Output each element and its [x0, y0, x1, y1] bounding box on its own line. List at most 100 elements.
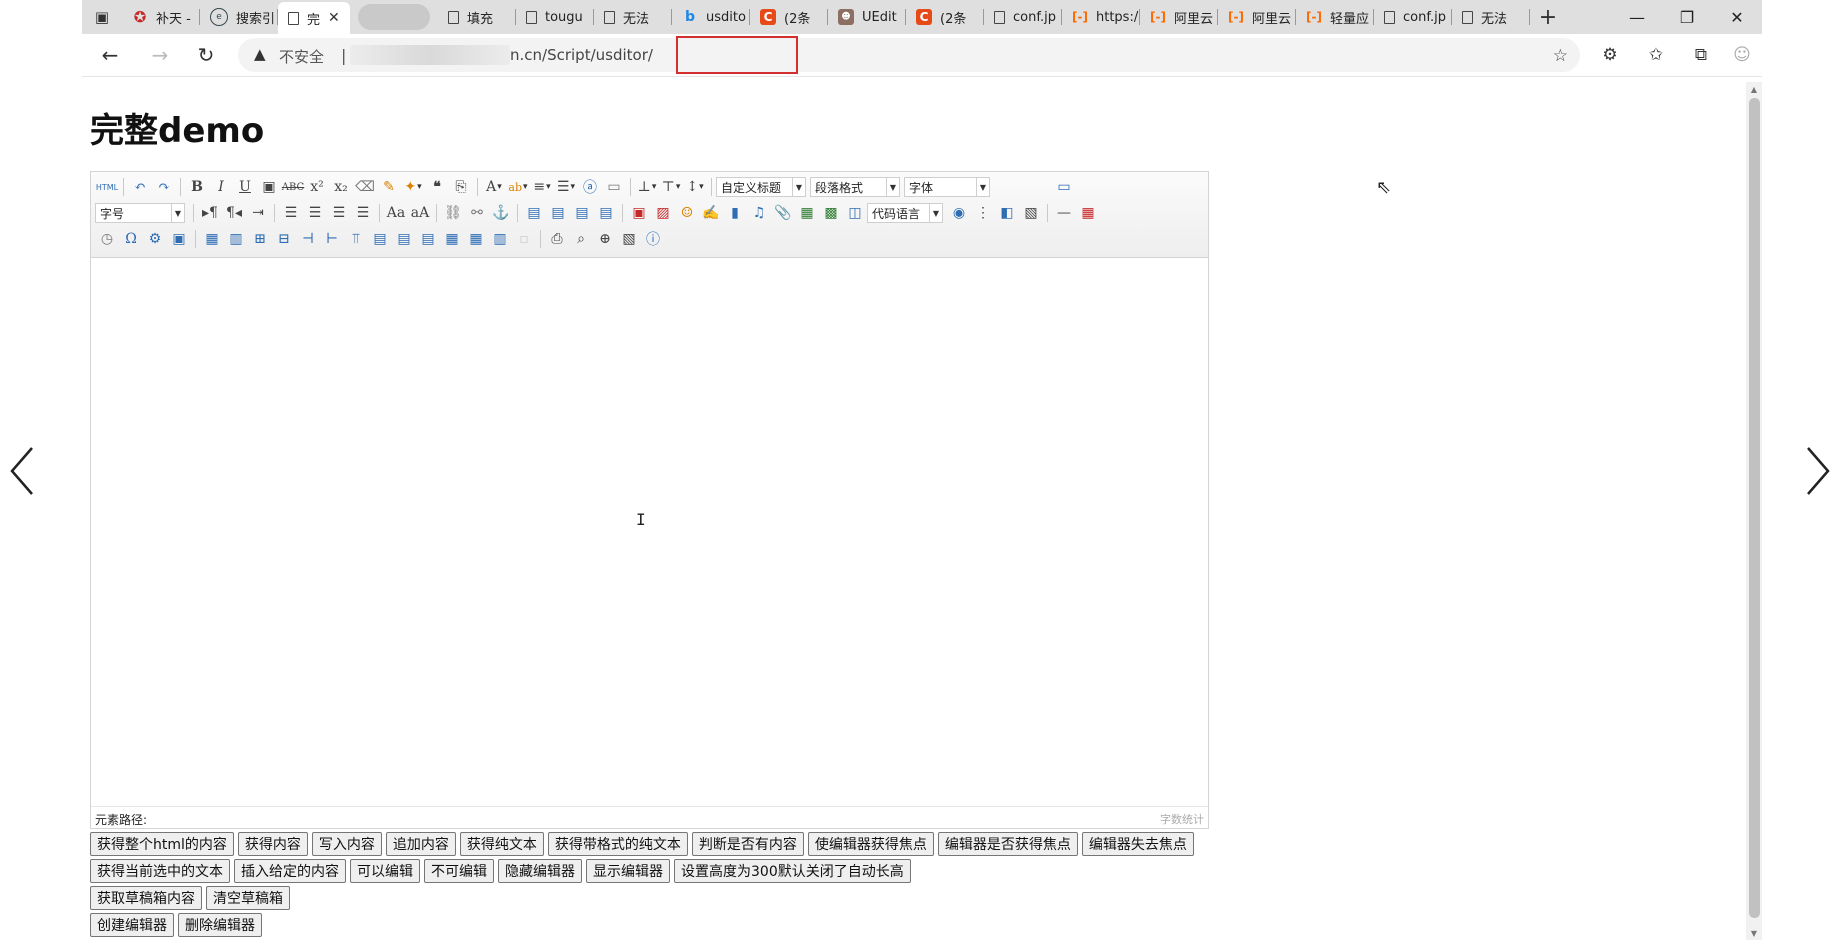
scroll-thumb[interactable] — [1749, 98, 1760, 918]
settings-menu-icon[interactable] — [1728, 43, 1756, 67]
merge-cells-icon[interactable]: ▤ — [368, 228, 392, 250]
url-text[interactable]: n.cn/Script/usditor/ — [510, 46, 653, 64]
extensions-puzzle-icon[interactable]: ⚙ — [1596, 43, 1624, 67]
align-left-icon[interactable]: ☰ — [279, 202, 303, 224]
reload-icon[interactable]: ↻ — [192, 42, 220, 68]
italic-icon[interactable]: I — [209, 176, 233, 198]
tab-actions-icon[interactable]: ▣ — [82, 0, 122, 34]
clear-doc-icon[interactable]: ▭ — [602, 176, 626, 198]
strikethrough-icon[interactable]: ABC — [281, 176, 305, 198]
insert-col-icon[interactable]: ⊢ — [320, 228, 344, 250]
api-button[interactable]: 使编辑器获得焦点 — [807, 832, 934, 856]
pagebreak-icon[interactable]: ⋮ — [971, 202, 995, 224]
tab-close-icon[interactable]: ✕ — [328, 10, 340, 26]
font-size-select[interactable]: 字号 ▼ — [95, 203, 185, 223]
browser-tab[interactable]: ☻ UEdit — [828, 0, 906, 34]
favorite-add-icon[interactable]: ☆ — [1553, 46, 1568, 66]
api-button[interactable]: 编辑器失去焦点 — [1081, 832, 1194, 856]
browser-tab[interactable]: [-] 阿里云 — [1218, 0, 1296, 34]
insert-video-icon[interactable]: ▮ — [723, 202, 747, 224]
split-to-rows-icon[interactable]: ▦ — [464, 228, 488, 250]
delete-row-icon[interactable]: ⊣ — [296, 228, 320, 250]
charts-icon[interactable]: ▫ — [512, 228, 536, 250]
image-none-icon[interactable]: ▤ — [522, 202, 546, 224]
indent-icon[interactable]: ⇥ — [246, 202, 270, 224]
api-button[interactable]: 可以编辑 — [350, 859, 420, 883]
browser-tab[interactable]: conf.jp — [1374, 0, 1452, 34]
api-button[interactable]: 清空草稿箱 — [206, 886, 290, 910]
background-icon[interactable]: ▧ — [1019, 202, 1043, 224]
insert-row-icon[interactable]: ⊟ — [272, 228, 296, 250]
api-button[interactable]: 隐藏编辑器 — [498, 859, 582, 883]
simple-upload-icon[interactable]: ▣ — [627, 202, 651, 224]
browser-tab[interactable]: e 搜索引 — [200, 0, 278, 34]
underline-icon[interactable]: U — [233, 176, 257, 198]
insert-image-icon[interactable]: ▨ — [651, 202, 675, 224]
unlink-icon[interactable]: ⚯ — [465, 202, 489, 224]
date-icon[interactable]: ▦ — [1076, 202, 1100, 224]
api-button[interactable]: 获得整个html的内容 — [90, 832, 234, 856]
emotion-icon[interactable]: ☺ — [675, 202, 699, 224]
help-icon[interactable]: ⓘ — [641, 228, 665, 250]
blockquote-icon[interactable]: ❝ — [425, 176, 449, 198]
browser-tab[interactable]: conf.jp — [984, 0, 1062, 34]
row-spacing-top-icon[interactable]: ⊥ — [635, 176, 659, 198]
insert-table-icon[interactable]: ▦ — [200, 228, 224, 250]
api-button[interactable]: 获得带格式的纯文本 — [547, 832, 688, 856]
browser-tab[interactable]: 无法 — [1452, 0, 1530, 34]
api-button[interactable]: 删除编辑器 — [178, 913, 262, 937]
api-button[interactable]: 创建编辑器 — [90, 913, 174, 937]
api-button[interactable]: 写入内容 — [311, 832, 382, 856]
paragraph-format-select[interactable]: 段落格式 ▼ — [810, 177, 900, 197]
carousel-next-arrow-icon[interactable] — [1802, 446, 1832, 496]
align-justify-icon[interactable]: ☰ — [351, 202, 375, 224]
print-icon[interactable]: ⎙ — [545, 228, 569, 250]
bold-icon[interactable]: B — [185, 176, 209, 198]
select-all-icon[interactable]: ⓐ — [578, 176, 602, 198]
delete-table-icon[interactable]: ▥ — [224, 228, 248, 250]
search-replace-icon[interactable]: ⊕ — [593, 228, 617, 250]
map-icon[interactable]: ▦ — [795, 202, 819, 224]
editor-content-area[interactable] — [91, 258, 1208, 808]
time-icon[interactable]: ◷ — [95, 228, 119, 250]
api-button[interactable]: 不可编辑 — [424, 859, 494, 883]
row-spacing-bottom-icon[interactable]: ⊤ — [659, 176, 683, 198]
back-arrow-icon[interactable]: ← — [96, 42, 124, 68]
link-icon[interactable]: ⛓ — [441, 202, 465, 224]
align-right-icon[interactable]: ☰ — [327, 202, 351, 224]
merge-down-icon[interactable]: ▤ — [416, 228, 440, 250]
insert-paragraph-before-table-icon[interactable]: ⊞ — [248, 228, 272, 250]
address-bar[interactable]: ▲ 不安全 | n.cn/Script/usditor/ ☆ — [238, 36, 1580, 74]
anchor-icon[interactable]: ⚓ — [489, 202, 513, 224]
api-button[interactable]: 插入给定的内容 — [234, 859, 346, 883]
page-scrollbar[interactable]: ▲ ▼ — [1746, 82, 1762, 940]
api-button[interactable]: 获得纯文本 — [459, 832, 544, 856]
direction-rtl-icon[interactable]: ¶◂ — [222, 202, 246, 224]
auto-typeset-icon[interactable]: ✦ — [401, 176, 425, 198]
snapscreen-icon[interactable]: ⚙ — [143, 228, 167, 250]
insert-frame-icon[interactable]: ◫ — [843, 202, 867, 224]
split-to-cells-icon[interactable]: ▦ — [440, 228, 464, 250]
browser-tab[interactable] — [358, 4, 430, 30]
scrawl-icon[interactable]: ✍ — [699, 202, 723, 224]
attachment-icon[interactable]: 📎 — [771, 202, 795, 224]
ordered-list-icon[interactable]: ≡ — [530, 176, 554, 198]
subscript-icon[interactable]: x₂ — [329, 176, 353, 198]
forward-arrow-icon[interactable]: → — [146, 42, 174, 68]
browser-tab[interactable]: tougu — [516, 0, 594, 34]
drafts-icon[interactable]: ▧ — [617, 228, 641, 250]
font-border-icon[interactable]: ▣ — [257, 176, 281, 198]
template-icon[interactable]: ◧ — [995, 202, 1019, 224]
merge-right-icon[interactable]: ▤ — [392, 228, 416, 250]
undo-icon[interactable]: ↶ — [128, 176, 152, 198]
api-button[interactable]: 显示编辑器 — [586, 859, 670, 883]
image-right-icon[interactable]: ▤ — [570, 202, 594, 224]
browser-tab[interactable]: [-] 阿里云 — [1140, 0, 1218, 34]
webapp-icon[interactable]: ◉ — [947, 202, 971, 224]
api-button[interactable]: 获取草稿箱内容 — [90, 886, 202, 910]
tolowercase-icon[interactable]: aA — [408, 202, 432, 224]
paste-plain-icon[interactable]: ⎘ — [449, 176, 473, 198]
api-button[interactable]: 获得内容 — [237, 832, 308, 856]
split-to-cols-icon[interactable]: ▥ — [488, 228, 512, 250]
touppercase-icon[interactable]: Aa — [384, 202, 408, 224]
